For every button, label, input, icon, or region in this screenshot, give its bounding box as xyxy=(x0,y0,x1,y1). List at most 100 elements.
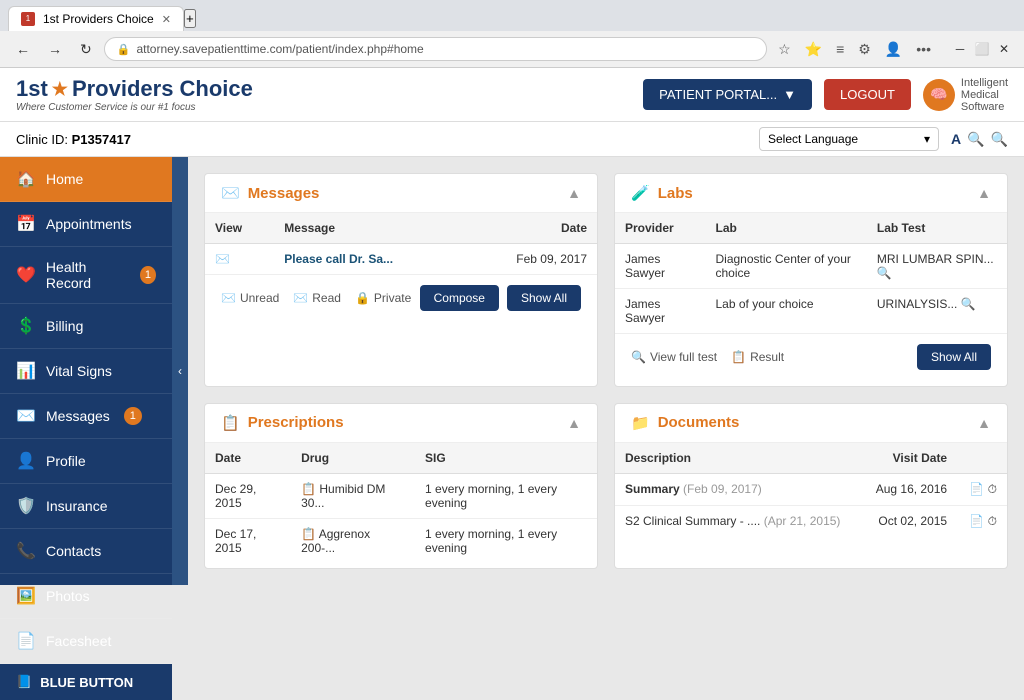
message-view-icon: ✉️ xyxy=(205,244,274,275)
prescriptions-collapse-button[interactable]: ▲ xyxy=(567,415,581,431)
sidebar-item-contacts[interactable]: 📞 Contacts xyxy=(0,529,172,574)
blue-button[interactable]: 📘 BLUE BUTTON xyxy=(0,664,172,700)
lab-provider-2: James Sawyer xyxy=(615,289,706,334)
text-size-icon[interactable]: A xyxy=(951,131,961,147)
browser-chrome: 1 1st Providers Choice ✕ + ← → ↻ 🔒 attor… xyxy=(0,0,1024,68)
message-date: Feb 09, 2017 xyxy=(464,244,597,275)
language-placeholder: Select Language xyxy=(768,132,858,146)
rx-date-1: Dec 29, 2015 xyxy=(205,473,291,518)
private-filter[interactable]: 🔒 Private xyxy=(355,291,411,305)
messages-title-icon: ✉️ xyxy=(221,184,240,202)
sidebar-item-facesheet[interactable]: 📄 Facesheet xyxy=(0,619,172,664)
logout-button[interactable]: LOGOUT xyxy=(824,79,911,110)
back-button[interactable]: ← xyxy=(10,38,36,60)
patient-portal-button[interactable]: PATIENT PORTAL... ▼ xyxy=(643,79,812,110)
logo-star-icon: ★ xyxy=(52,79,68,100)
sidebar-item-profile[interactable]: 👤 Profile xyxy=(0,439,172,484)
vital-signs-icon: 📊 xyxy=(16,361,36,381)
maximize-button[interactable]: ⬜ xyxy=(972,39,992,59)
profile-icon[interactable]: 👤 xyxy=(880,38,907,61)
view-full-test-link[interactable]: 🔍 View full test xyxy=(631,350,717,364)
lab-search-icon-2[interactable]: 🔍 xyxy=(961,297,976,311)
close-button[interactable]: ✕ xyxy=(994,39,1014,59)
message-text[interactable]: Please call Dr. Sa... xyxy=(274,244,463,275)
prescriptions-card-body: Date Drug SIG Dec 29, 2015 📋 Humibid DM … xyxy=(205,443,597,563)
rx-sig-2: 1 every morning, 1 every evening xyxy=(415,518,597,563)
labs-card: 🧪 Labs ▲ Provider Lab Lab Test xyxy=(614,173,1008,387)
unread-filter[interactable]: ✉️ Unread xyxy=(221,291,279,305)
search-icon-2[interactable]: 🔍 xyxy=(991,131,1008,148)
message-link[interactable]: Please call Dr. Sa... xyxy=(284,252,393,266)
sidebar-toggle[interactable]: ‹ xyxy=(172,157,188,585)
clinic-id-label: Clinic ID: xyxy=(16,132,68,147)
patient-portal-label: PATIENT PORTAL... xyxy=(659,87,777,102)
labs-card-body: Provider Lab Lab Test James Sawyer Diagn… xyxy=(615,213,1007,333)
sidebar-item-home[interactable]: 🏠 Home xyxy=(0,157,172,202)
labs-col-lab-test: Lab Test xyxy=(867,213,1007,244)
tab-close-button[interactable]: ✕ xyxy=(162,13,171,26)
sidebar-label-facesheet: Facesheet xyxy=(46,633,111,649)
tab-favicon: 1 xyxy=(21,12,35,26)
documents-card-title: 📁 Documents xyxy=(631,414,739,432)
more-icon[interactable]: ••• xyxy=(911,38,936,60)
labs-col-provider: Provider xyxy=(615,213,706,244)
new-tab-button[interactable]: + xyxy=(184,9,196,28)
address-bar[interactable]: 🔒 attorney.savepatienttime.com/patient/i… xyxy=(104,37,767,61)
result-link[interactable]: 📋 Result xyxy=(731,350,784,364)
sidebar-item-messages[interactable]: ✉️ Messages 1 xyxy=(0,394,172,439)
lab-search-icon-1[interactable]: 🔍 xyxy=(877,266,892,280)
chevron-down-icon: ▼ xyxy=(783,87,796,102)
sidebar-item-vital-signs[interactable]: 📊 Vital Signs xyxy=(0,349,172,394)
messages-card-header: ✉️ Messages ▲ xyxy=(205,174,597,213)
sidebar-item-insurance[interactable]: 🛡️ Insurance xyxy=(0,484,172,529)
ims-text: Intelligent Medical Software xyxy=(961,77,1008,113)
sidebar-item-health-record[interactable]: ❤️ Health Record 1 xyxy=(0,247,172,304)
prescriptions-table: Date Drug SIG Dec 29, 2015 📋 Humibid DM … xyxy=(205,443,597,563)
star-icon[interactable]: ⭐ xyxy=(800,38,827,61)
menu-icon[interactable]: ≡ xyxy=(831,38,849,60)
messages-col-message: Message xyxy=(274,213,463,244)
documents-card-body: Description Visit Date Summary (Feb 09, … xyxy=(615,443,1007,537)
logo-title: 1st★Providers Choice xyxy=(16,76,253,102)
rx-col-date: Date xyxy=(205,443,291,474)
labs-collapse-button[interactable]: ▲ xyxy=(977,185,991,201)
compose-button[interactable]: Compose xyxy=(420,285,499,311)
browser-tab[interactable]: 1 1st Providers Choice ✕ xyxy=(8,6,184,31)
profile-icon: 👤 xyxy=(16,451,36,471)
clinic-bar: Clinic ID: P1357417 Select Language ▾ A … xyxy=(0,122,1024,157)
forward-button[interactable]: → xyxy=(42,38,68,60)
messages-col-date: Date xyxy=(464,213,597,244)
lab-test-1: MRI LUMBAR SPIN... 🔍 xyxy=(867,244,1007,289)
tab-label: 1st Providers Choice xyxy=(43,12,154,26)
sidebar-label-insurance: Insurance xyxy=(46,498,107,514)
table-row: ✉️ Please call Dr. Sa... Feb 09, 2017 xyxy=(205,244,597,275)
labs-col-lab: Lab xyxy=(706,213,867,244)
messages-title-text: Messages xyxy=(248,185,320,202)
labs-show-all-button[interactable]: Show All xyxy=(917,344,991,370)
messages-card-body: View Message Date ✉️ Please call Dr. Sa.… xyxy=(205,213,597,274)
sidebar-item-appointments[interactable]: 📅 Appointments xyxy=(0,202,172,247)
bookmark-icon[interactable]: ☆ xyxy=(773,38,796,61)
labs-title-icon: 🧪 xyxy=(631,184,650,202)
facesheet-icon: 📄 xyxy=(16,631,36,651)
sidebar-item-billing[interactable]: 💲 Billing xyxy=(0,304,172,349)
messages-badge: 1 xyxy=(124,407,142,425)
browser-actions: ☆ ⭐ ≡ ⚙ 👤 ••• xyxy=(773,38,936,61)
language-selector[interactable]: Select Language ▾ xyxy=(759,127,939,151)
sidebar-item-photos[interactable]: 🖼️ Photos xyxy=(0,574,172,619)
settings-icon[interactable]: ⚙ xyxy=(853,38,876,61)
refresh-button[interactable]: ↻ xyxy=(74,38,98,61)
billing-icon: 💲 xyxy=(16,316,36,336)
documents-card-header: 📁 Documents ▲ xyxy=(615,404,1007,443)
table-row: Dec 17, 2015 📋 Aggrenox 200-... 1 every … xyxy=(205,518,597,563)
sidebar-label-vital-signs: Vital Signs xyxy=(46,363,112,379)
documents-collapse-button[interactable]: ▲ xyxy=(977,415,991,431)
messages-collapse-button[interactable]: ▲ xyxy=(567,185,581,201)
sidebar-wrapper: 🏠 Home 📅 Appointments ❤️ Health Record 1… xyxy=(0,157,188,585)
prescriptions-title-icon: 📋 xyxy=(221,414,240,432)
minimize-button[interactable]: ─ xyxy=(950,39,970,59)
messages-show-all-button[interactable]: Show All xyxy=(507,285,581,311)
search-icon-1[interactable]: 🔍 xyxy=(967,131,984,148)
doc-col-actions xyxy=(957,443,1007,474)
read-filter[interactable]: ✉️ Read xyxy=(293,291,341,305)
